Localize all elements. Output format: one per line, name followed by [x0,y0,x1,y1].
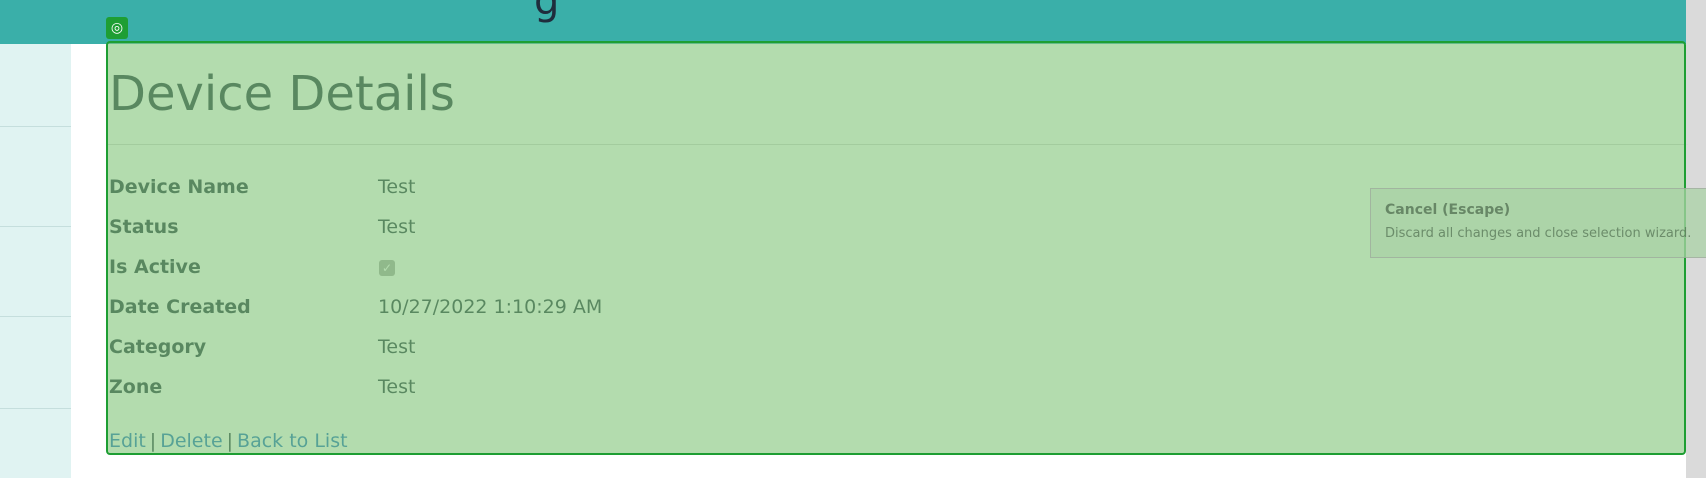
link-separator: | [149,430,157,452]
navbar-title-fragment: g [534,0,560,24]
sidebar-divider [0,408,71,409]
page-title: Device Details [109,66,455,122]
detail-label: Status [109,216,179,238]
action-links: Edit | Delete | Back to List [109,430,348,452]
detail-value: Test [378,336,416,358]
detail-row-status: Status Test [109,208,1109,248]
sidebar [0,44,71,478]
main-content: Device Details Device Name Test Status T… [108,44,1688,474]
sidebar-divider [0,316,71,317]
detail-row-date-created: Date Created 10/27/2022 1:10:29 AM [109,288,1109,328]
tooltip-description: Discard all changes and close selection … [1385,226,1692,241]
sidebar-divider [0,226,71,227]
delete-link[interactable]: Delete [160,430,222,452]
detail-row-zone: Zone Test [109,368,1109,408]
link-separator: | [226,430,234,452]
target-icon[interactable]: ◎ [106,17,128,39]
top-navbar: g [0,0,1686,44]
detail-label: Is Active [109,256,201,278]
details-list: Device Name Test Status Test Is Active ✓… [109,168,1109,408]
detail-label: Date Created [109,296,251,318]
detail-row-device-name: Device Name Test [109,168,1109,208]
detail-value: Test [378,216,416,238]
detail-label: Device Name [109,176,249,198]
back-to-list-link[interactable]: Back to List [237,430,348,452]
detail-row-category: Category Test [109,328,1109,368]
detail-value: Test [378,176,416,198]
is-active-checkbox: ✓ [379,260,395,276]
cancel-tooltip: Cancel (Escape) Discard all changes and … [1370,188,1706,258]
sidebar-divider [0,126,71,127]
detail-value: 10/27/2022 1:10:29 AM [378,296,603,318]
detail-value: Test [378,376,416,398]
detail-row-is-active: Is Active ✓ [109,248,1109,288]
detail-label: Zone [109,376,163,398]
tooltip-title: Cancel (Escape) [1385,202,1511,218]
title-divider [108,144,1688,145]
detail-label: Category [109,336,207,358]
edit-link[interactable]: Edit [109,430,146,452]
